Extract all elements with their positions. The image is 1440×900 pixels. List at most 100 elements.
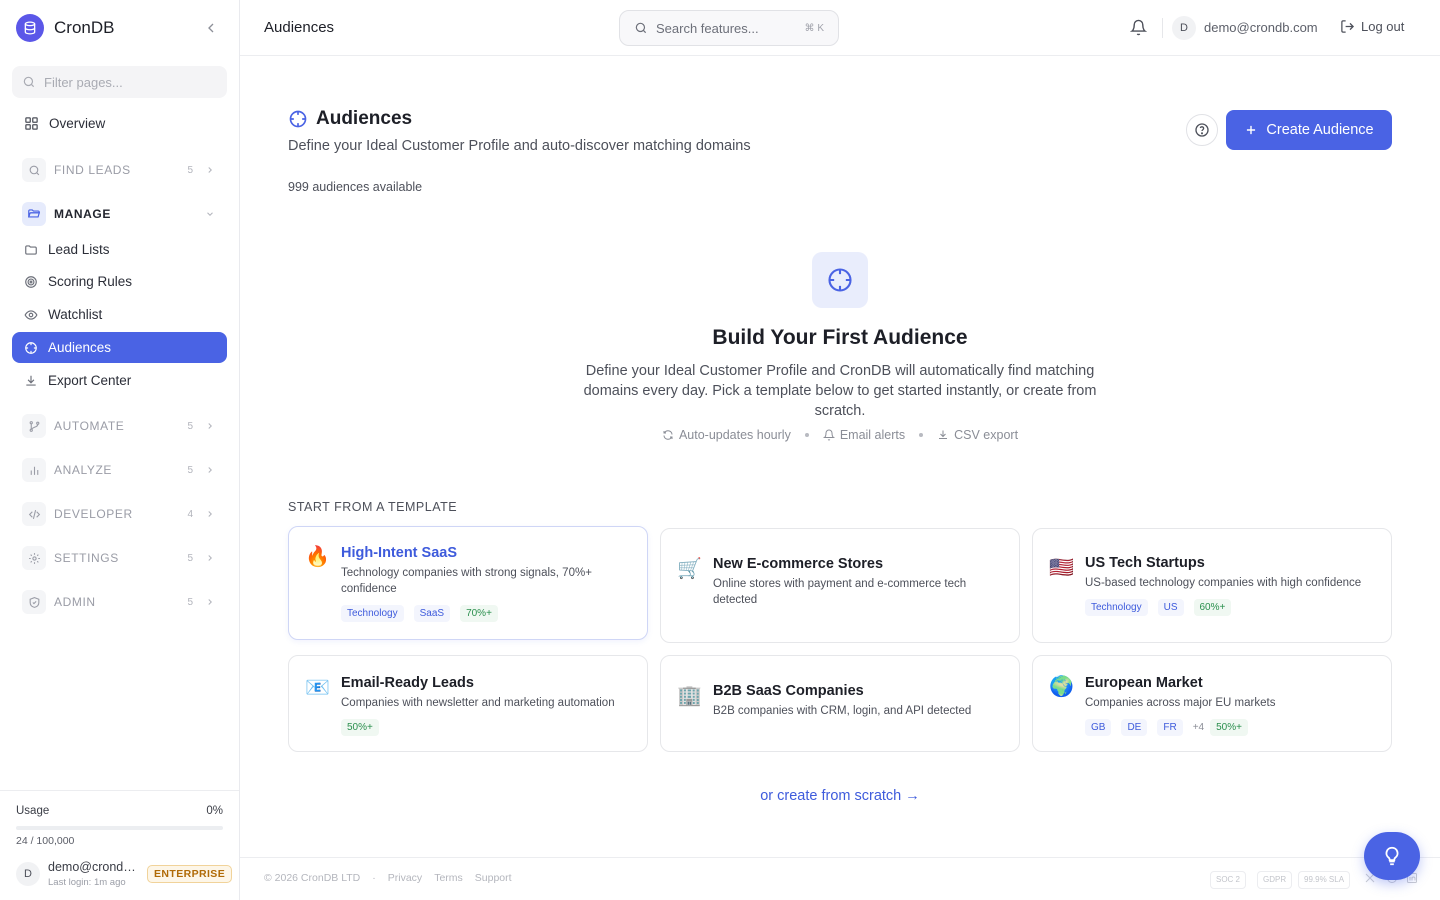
tips-lightbulb-button[interactable] <box>1364 832 1420 880</box>
group-count: 5 <box>187 164 193 176</box>
separator-dot <box>804 433 809 437</box>
sidebar-group-analyze[interactable]: ANALYZE 5 <box>22 458 217 482</box>
template-card-european-market[interactable]: 🌍 European Market Companies across major… <box>1032 655 1392 752</box>
search-icon <box>23 76 35 88</box>
chevron-right-icon <box>208 423 212 429</box>
usage-panel: Usage 0% 24 / 100,000 D demo@crondb.com … <box>0 790 239 900</box>
globe-icon: 🌍 <box>1049 676 1074 698</box>
usage-row: Usage 0% <box>16 805 223 817</box>
target-icon <box>25 275 37 288</box>
filter-pages-field[interactable] <box>12 66 227 98</box>
lightbulb-icon <box>1385 846 1399 866</box>
confidence-tag: 50%+ <box>341 719 379 736</box>
database-logo-icon <box>16 14 44 42</box>
sidebar-group-manage[interactable]: MANAGE <box>22 202 217 226</box>
user-email[interactable]: demo@crondb.com <box>48 860 140 874</box>
section-title: Audiences <box>316 108 413 129</box>
question-icon <box>1195 123 1209 137</box>
topbar: Audiences Search features... ⌘ K D demo@… <box>240 0 1440 56</box>
create-from-scratch-link[interactable]: or create from scratch → <box>680 788 1000 804</box>
sidebar-group-automate[interactable]: AUTOMATE 5 <box>22 414 217 438</box>
tag: Technology <box>1085 599 1148 616</box>
template-title: B2B SaaS Companies <box>713 683 864 699</box>
template-tags: 50%+ <box>341 719 389 736</box>
template-card-new-ecommerce-stores[interactable]: 🛒 New E-commerce Stores Online stores wi… <box>660 528 1020 643</box>
cert-badge-gdpr: GDPR <box>1257 871 1293 889</box>
avatar[interactable]: D <box>1172 16 1196 40</box>
sidebar-item-overview[interactable]: Overview <box>12 108 227 139</box>
sidebar-item-label: Watchlist <box>48 307 103 322</box>
sidebar-group-developer[interactable]: DEVELOPER 4 <box>22 502 217 526</box>
sidebar-item-watchlist[interactable]: Watchlist <box>12 299 227 330</box>
group-label: AUTOMATE <box>54 419 125 433</box>
sidebar-item-lead-lists[interactable]: Lead Lists <box>12 234 227 265</box>
template-tags: GB DE FR +4 50%+ <box>1085 719 1258 736</box>
folder-open-icon <box>22 202 46 226</box>
template-description: Technology companies with strong signals… <box>341 567 592 595</box>
crosshair-icon <box>289 110 307 128</box>
logout-button[interactable]: Log out <box>1340 19 1404 34</box>
sidebar-item-scoring-rules[interactable]: Scoring Rules <box>12 266 227 297</box>
feature-csv-export: CSV export <box>937 428 1018 442</box>
download-icon <box>26 375 36 386</box>
template-tags: Technology US 60%+ <box>1085 599 1241 616</box>
help-button[interactable] <box>1186 114 1218 146</box>
button-label: Create Audience <box>1266 122 1374 138</box>
folder-icon <box>25 244 37 255</box>
group-count: 5 <box>187 420 193 432</box>
template-description: US-based technology companies with high … <box>1085 577 1362 589</box>
sidebar-group-admin[interactable]: ADMIN 5 <box>22 590 217 614</box>
empty-state-description: Define your Ideal Customer Profile and C… <box>583 363 1097 419</box>
feature-auto-updates: Auto-updates hourly <box>662 428 791 442</box>
footer: © 2026 CronDB LTD · Privacy Terms Suppor… <box>240 857 1440 900</box>
cert-badge-soc2: SOC 2 <box>1210 871 1247 889</box>
shortcut-hint: ⌘ K <box>804 22 824 34</box>
templates-label: START FROM A TEMPLATE <box>288 500 458 514</box>
avatar[interactable]: D <box>16 862 40 886</box>
confidence-tag: 70%+ <box>460 605 498 622</box>
sidebar-group-settings[interactable]: SETTINGS 5 <box>22 546 217 570</box>
sidebar-item-label: Overview <box>49 116 106 131</box>
section-subtitle: Define your Ideal Customer Profile and a… <box>288 138 751 154</box>
template-card-high-intent-saas[interactable]: 🔥 High-Intent SaaS Technology companies … <box>288 526 648 640</box>
tag: SaaS <box>413 605 451 622</box>
template-card-us-tech-startups[interactable]: 🇺🇸 US Tech Startups US-based technology … <box>1032 528 1392 643</box>
group-label: SETTINGS <box>54 551 119 565</box>
filter-pages-input[interactable] <box>44 74 214 90</box>
collapse-sidebar-chevron-left-icon[interactable] <box>203 20 219 36</box>
group-count: 5 <box>187 464 193 476</box>
feature-label: Auto-updates hourly <box>678 428 791 442</box>
tag: FR <box>1157 719 1183 736</box>
audiences-count: 999 audiences available <box>288 180 423 194</box>
group-label: MANAGE <box>54 207 111 221</box>
create-audience-button[interactable]: Create Audience <box>1226 110 1392 150</box>
title-row: Audiences <box>288 108 412 130</box>
tag: Technology <box>341 605 404 622</box>
template-card-email-ready-leads[interactable]: 📧 Email-Ready Leads Companies with newsl… <box>288 655 648 752</box>
template-description: Companies across major EU markets <box>1085 697 1276 709</box>
more-tags-count: +4 <box>1192 722 1205 733</box>
template-card-b2b-saas-companies[interactable]: 🏢 B2B SaaS Companies B2B companies with … <box>660 655 1020 752</box>
user-email[interactable]: demo@crondb.com <box>1204 20 1318 35</box>
bell-icon[interactable] <box>1130 19 1147 36</box>
chevron-right-icon <box>208 511 212 517</box>
template-title: High-Intent SaaS <box>341 545 458 561</box>
search-icon <box>635 22 647 34</box>
chevron-right-icon <box>208 599 212 605</box>
feature-label: Email alerts <box>839 428 906 442</box>
sidebar-group-find-leads[interactable]: FIND LEADS 5 <box>22 158 217 182</box>
support-link[interactable]: Support <box>475 872 512 884</box>
cert-badge-sla: 99.9% SLA <box>1298 871 1351 889</box>
usage-label: Usage <box>16 805 50 817</box>
usage-percent: 0% <box>206 805 223 817</box>
sidebar-item-audiences[interactable]: Audiences <box>12 332 227 363</box>
separator-dot: · <box>372 872 376 884</box>
search-features-button[interactable]: Search features... ⌘ K <box>619 10 839 46</box>
sidebar-item-label: Scoring Rules <box>48 274 133 289</box>
git-branch-icon <box>22 414 46 438</box>
terms-link[interactable]: Terms <box>434 872 463 884</box>
footer-links: © 2026 CronDB LTD · Privacy Terms Suppor… <box>264 872 524 884</box>
page-title: Audiences <box>264 19 335 36</box>
privacy-link[interactable]: Privacy <box>388 872 422 884</box>
sidebar-item-export-center[interactable]: Export Center <box>12 365 227 396</box>
